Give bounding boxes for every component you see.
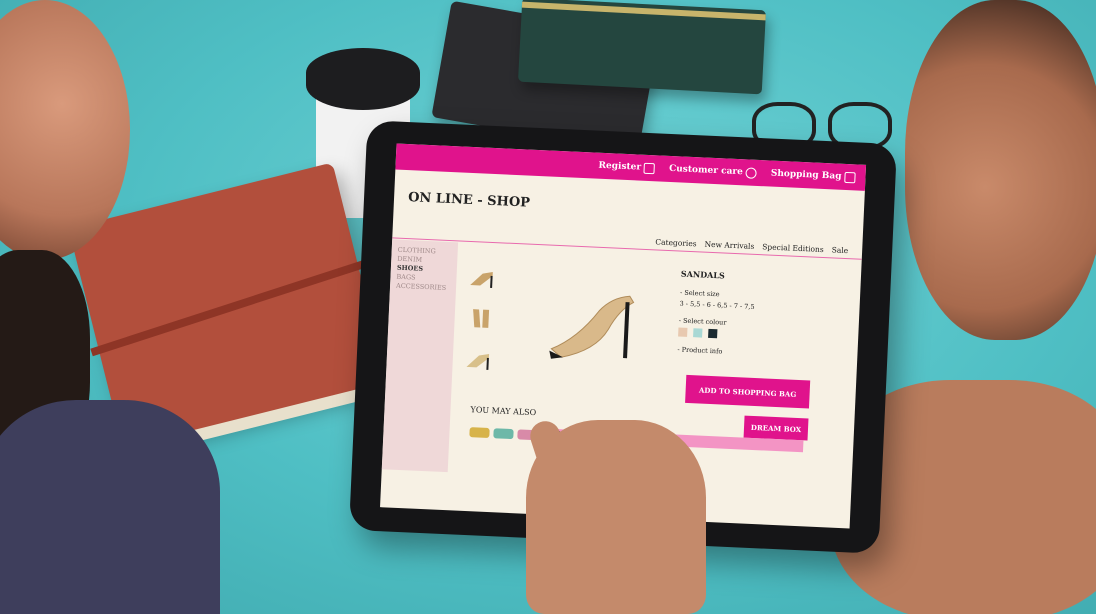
shoe-thumbnail[interactable]	[464, 349, 493, 372]
recommendation-item[interactable]	[469, 427, 490, 439]
shopping-bag-link[interactable]: Shopping Bag	[771, 168, 856, 183]
category-nav: Categories New Arrivals Special Editions…	[655, 237, 848, 255]
main-product-image	[549, 295, 635, 359]
colour-swatch-beige[interactable]	[678, 327, 688, 337]
customer-care-link[interactable]: Customer care	[669, 163, 758, 179]
product-name: SANDALS	[680, 268, 725, 281]
recommendation-item[interactable]	[493, 428, 514, 440]
sidebar: CLOTHING DENIM SHOES BAGS ACCESSORIES	[381, 239, 459, 473]
green-notebook	[517, 0, 767, 95]
register-link[interactable]: Register	[598, 160, 656, 174]
shoe-thumbnail[interactable]	[466, 307, 495, 330]
floral-shirt-left	[0, 400, 220, 614]
nav-categories[interactable]: Categories	[655, 237, 697, 248]
thumbnail-column	[464, 267, 519, 379]
colour-swatch-navy[interactable]	[708, 328, 718, 339]
clipboard-icon	[643, 162, 656, 174]
hand	[526, 420, 706, 614]
dream-box-button[interactable]: DREAM BOX	[743, 415, 809, 441]
bag-icon	[844, 171, 856, 183]
product-details: SANDALS - Select size 3 - 5,5 - 6 - 6,5 …	[677, 269, 831, 364]
nav-new-arrivals[interactable]: New Arrivals	[704, 240, 754, 251]
heart-icon	[745, 166, 758, 179]
nav-special-editions[interactable]: Special Editions	[762, 242, 824, 254]
shoe-thumbnail[interactable]	[468, 267, 497, 290]
nav-sale[interactable]: Sale	[832, 245, 849, 255]
colour-swatch-mint[interactable]	[693, 328, 703, 338]
shop-topbar: Register Customer care Shopping Bag	[395, 143, 867, 191]
also-like-heading: YOU MAY ALSO	[470, 405, 537, 418]
add-to-bag-button[interactable]: ADD TO SHOPPING BAG	[685, 374, 811, 409]
shop-title: ON LINE - SHOP	[407, 190, 531, 211]
sidebar-item-accessories[interactable]: ACCESSORIES	[390, 281, 456, 293]
photo-scene: Register Customer care Shopping Bag ON L…	[0, 0, 1096, 614]
woman-face-right	[905, 0, 1096, 340]
